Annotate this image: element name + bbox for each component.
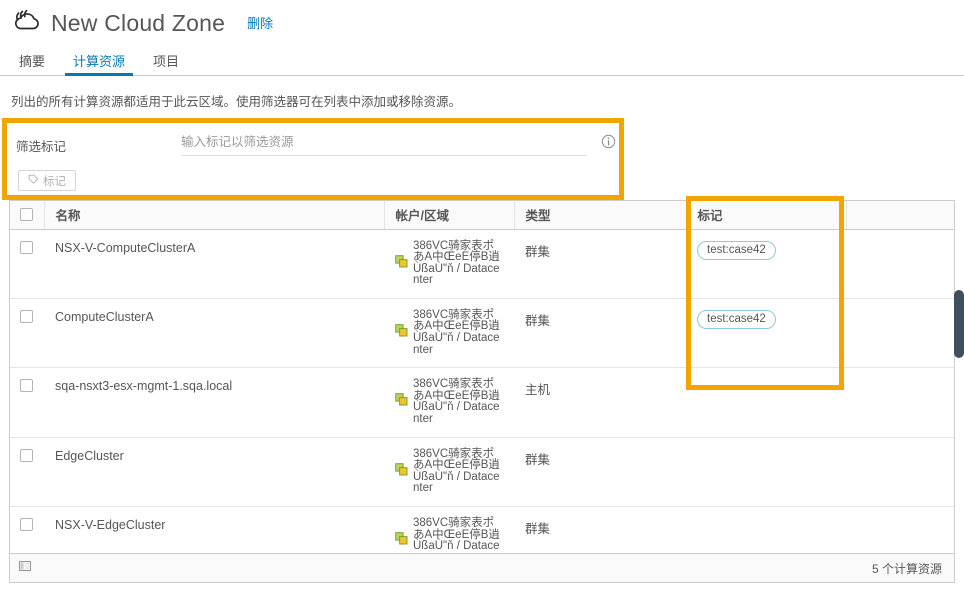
column-header-name[interactable]: 名称 xyxy=(44,201,385,230)
cell-tags xyxy=(686,506,846,553)
cell-name: NSX-V-EdgeCluster xyxy=(44,506,384,553)
row-checkbox[interactable] xyxy=(20,448,33,462)
tab-projects[interactable]: 项目 xyxy=(145,51,187,76)
account-region-text: 386VC骑家表ポあA中ŒeE停B逍ÙßaÙ"ň / Datacenter xyxy=(413,239,500,287)
region-icon xyxy=(395,254,408,268)
cell-extra xyxy=(846,506,954,553)
column-header-tags[interactable]: 标记 xyxy=(686,201,847,230)
cell-extra xyxy=(846,367,954,438)
region-icon xyxy=(395,324,408,337)
tag-chip[interactable]: test:case42 xyxy=(697,240,776,260)
cell-account-region: 386VC骑家表ポあA中ŒeE停B逍ÙßaÙ"ň / Datacenter xyxy=(384,506,514,553)
table-row[interactable]: NSX-V-EdgeCluster 386VC骑家表ポあA中ŒeE停B逍ÙßaÙ… xyxy=(10,506,954,553)
tab-compute-resources[interactable]: 计算资源 xyxy=(65,51,134,76)
column-toggle-icon[interactable] xyxy=(18,559,32,578)
cell-extra xyxy=(846,437,954,508)
table-header-row: 名称 帐户/区域 类型 标记 xyxy=(10,201,954,230)
filter-tags-input[interactable] xyxy=(181,134,586,156)
cell-account-region: 386VC骑家表ポあA中ŒeE停B逍ÙßaÙ"ň / Datacenter xyxy=(384,437,514,508)
cloud-icon xyxy=(10,8,44,38)
cell-name: NSX-V-ComputeClusterA xyxy=(44,229,384,299)
account-region-text: 386VC骑家表ポあA中ŒeE停B逍ÙßaÙ"ň / Datacenter xyxy=(413,447,500,495)
table-row[interactable]: sqa-nsxt3-esx-mgmt-1.sqa.local 386VC骑家表ポ… xyxy=(10,367,954,438)
region-icon xyxy=(395,393,408,406)
account-region-text: 386VC骑家表ポあA中ŒeE停B逍ÙßaÙ"ň / Datacenter xyxy=(413,517,500,553)
cell-account-region: 386VC骑家表ポあA中ŒeE停B逍ÙßaÙ"ň / Datacenter xyxy=(384,229,514,299)
account-region-text: 386VC骑家表ポあA中ŒeE停B逍ÙßaÙ"ň / Datacenter xyxy=(413,378,500,426)
table-footer: 5 个计算资源 xyxy=(9,553,955,583)
region-icon xyxy=(395,532,408,545)
row-checkbox[interactable] xyxy=(20,379,33,393)
cell-tags xyxy=(686,367,846,438)
select-all-header xyxy=(10,201,45,230)
cell-account-region: 386VC骑家表ポあA中ŒeE停B逍ÙßaÙ"ň / Datacenter xyxy=(384,298,514,369)
tag-chip[interactable]: test:case42 xyxy=(697,309,776,329)
tag-button-label: 标记 xyxy=(43,175,66,188)
cell-type: 群集 xyxy=(514,229,686,299)
cell-type: 群集 xyxy=(514,437,686,508)
page-header: New Cloud Zone 删除 xyxy=(0,0,964,46)
delete-link[interactable]: 删除 xyxy=(247,13,273,34)
cell-tags: test:case42 xyxy=(686,229,846,299)
account-region-text: 386VC骑家表ポあA中ŒeE停B逍ÙßaÙ"ň / Datacenter xyxy=(413,308,500,356)
cell-type: 主机 xyxy=(514,367,686,438)
cell-type: 群集 xyxy=(514,506,686,553)
row-checkbox[interactable] xyxy=(20,518,33,531)
select-all-checkbox[interactable] xyxy=(20,208,33,222)
tab-bar: 摘要 计算资源 项目 xyxy=(0,46,964,76)
filter-input-wrap xyxy=(181,133,616,156)
compute-resources-table: 名称 帐户/区域 类型 标记 NSX-V-ComputeClusterA 386… xyxy=(9,200,955,553)
table-row[interactable]: ComputeClusterA 386VC骑家表ポあA中ŒeE停B逍ÙßaÙ"ň… xyxy=(10,298,954,369)
info-circle-icon[interactable] xyxy=(601,134,616,149)
resource-count-label: 5 个计算资源 xyxy=(871,561,942,576)
cell-name: EdgeCluster xyxy=(44,437,384,508)
cell-name: ComputeClusterA xyxy=(44,298,384,369)
cell-tags xyxy=(686,437,846,508)
cell-tags: test:case42 xyxy=(686,298,846,369)
region-icon xyxy=(395,462,408,476)
row-select-cell xyxy=(10,367,44,438)
tag-button[interactable]: 标记 xyxy=(18,170,76,191)
column-header-extra xyxy=(846,201,954,230)
page-title: New Cloud Zone xyxy=(51,9,226,36)
column-header-type[interactable]: 类型 xyxy=(514,201,687,230)
cell-extra xyxy=(846,298,954,369)
cell-name: sqa-nsxt3-esx-mgmt-1.sqa.local xyxy=(44,367,384,438)
row-checkbox[interactable] xyxy=(20,309,33,323)
page-description: 列出的所有计算资源都适用于此云区域。使用筛选器可在列表中添加或移除资源。 xyxy=(11,95,462,109)
vertical-scrollbar-thumb[interactable] xyxy=(954,290,964,358)
row-select-cell xyxy=(10,437,44,508)
tab-summary[interactable]: 摘要 xyxy=(11,51,53,76)
cell-type: 群集 xyxy=(514,298,686,369)
tag-icon xyxy=(28,174,39,188)
cell-account-region: 386VC骑家表ポあA中ŒeE停B逍ÙßaÙ"ň / Datacenter xyxy=(384,367,514,438)
filter-label: 筛选标记 xyxy=(16,140,67,154)
cloud-zone-page: New Cloud Zone 删除 摘要 计算资源 项目 列出的所有计算资源都适… xyxy=(0,0,964,593)
filter-row: 筛选标记 xyxy=(16,133,616,165)
filter-panel: 筛选标记 标记 xyxy=(9,122,620,198)
cell-extra xyxy=(846,229,954,299)
row-select-cell xyxy=(10,298,44,369)
table-row[interactable]: NSX-V-ComputeClusterA 386VC骑家表ポあA中ŒeE停B逍… xyxy=(10,229,954,299)
column-header-account-region[interactable]: 帐户/区域 xyxy=(384,201,515,230)
row-checkbox[interactable] xyxy=(20,240,33,254)
row-select-cell xyxy=(10,506,44,553)
row-select-cell xyxy=(10,229,44,299)
table-row[interactable]: EdgeCluster 386VC骑家表ポあA中ŒeE停B逍ÙßaÙ"ň / D… xyxy=(10,437,954,508)
